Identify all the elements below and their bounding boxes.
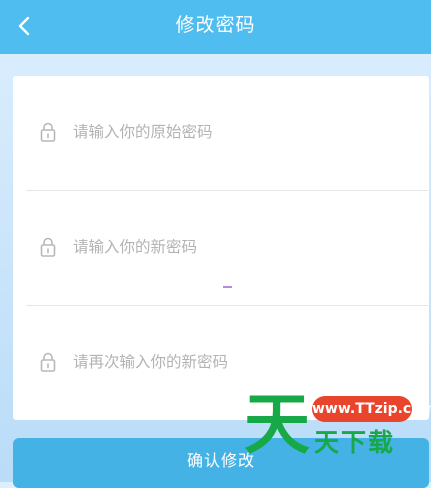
- password-form-card: [13, 76, 429, 420]
- lock-icon: [40, 237, 56, 257]
- header-bar: 修改密码: [0, 0, 431, 54]
- page-title: 修改密码: [175, 14, 256, 36]
- lock-icon: [40, 352, 56, 372]
- watermark-big-char: 天: [244, 386, 310, 463]
- lock-icon: [40, 122, 56, 142]
- watermark-logo: 天 www.TTzip.com 天下载: [244, 390, 431, 466]
- old-password-input[interactable]: [73, 118, 403, 146]
- text-cursor-mark: [223, 286, 232, 288]
- new-password-field[interactable]: [13, 191, 429, 305]
- confirm-password-input[interactable]: [73, 348, 403, 376]
- old-password-field[interactable]: [13, 76, 429, 190]
- new-password-input[interactable]: [73, 233, 403, 261]
- watermark-brand: 天下载: [314, 428, 396, 457]
- watermark-site: www.TTzip.com: [312, 396, 431, 422]
